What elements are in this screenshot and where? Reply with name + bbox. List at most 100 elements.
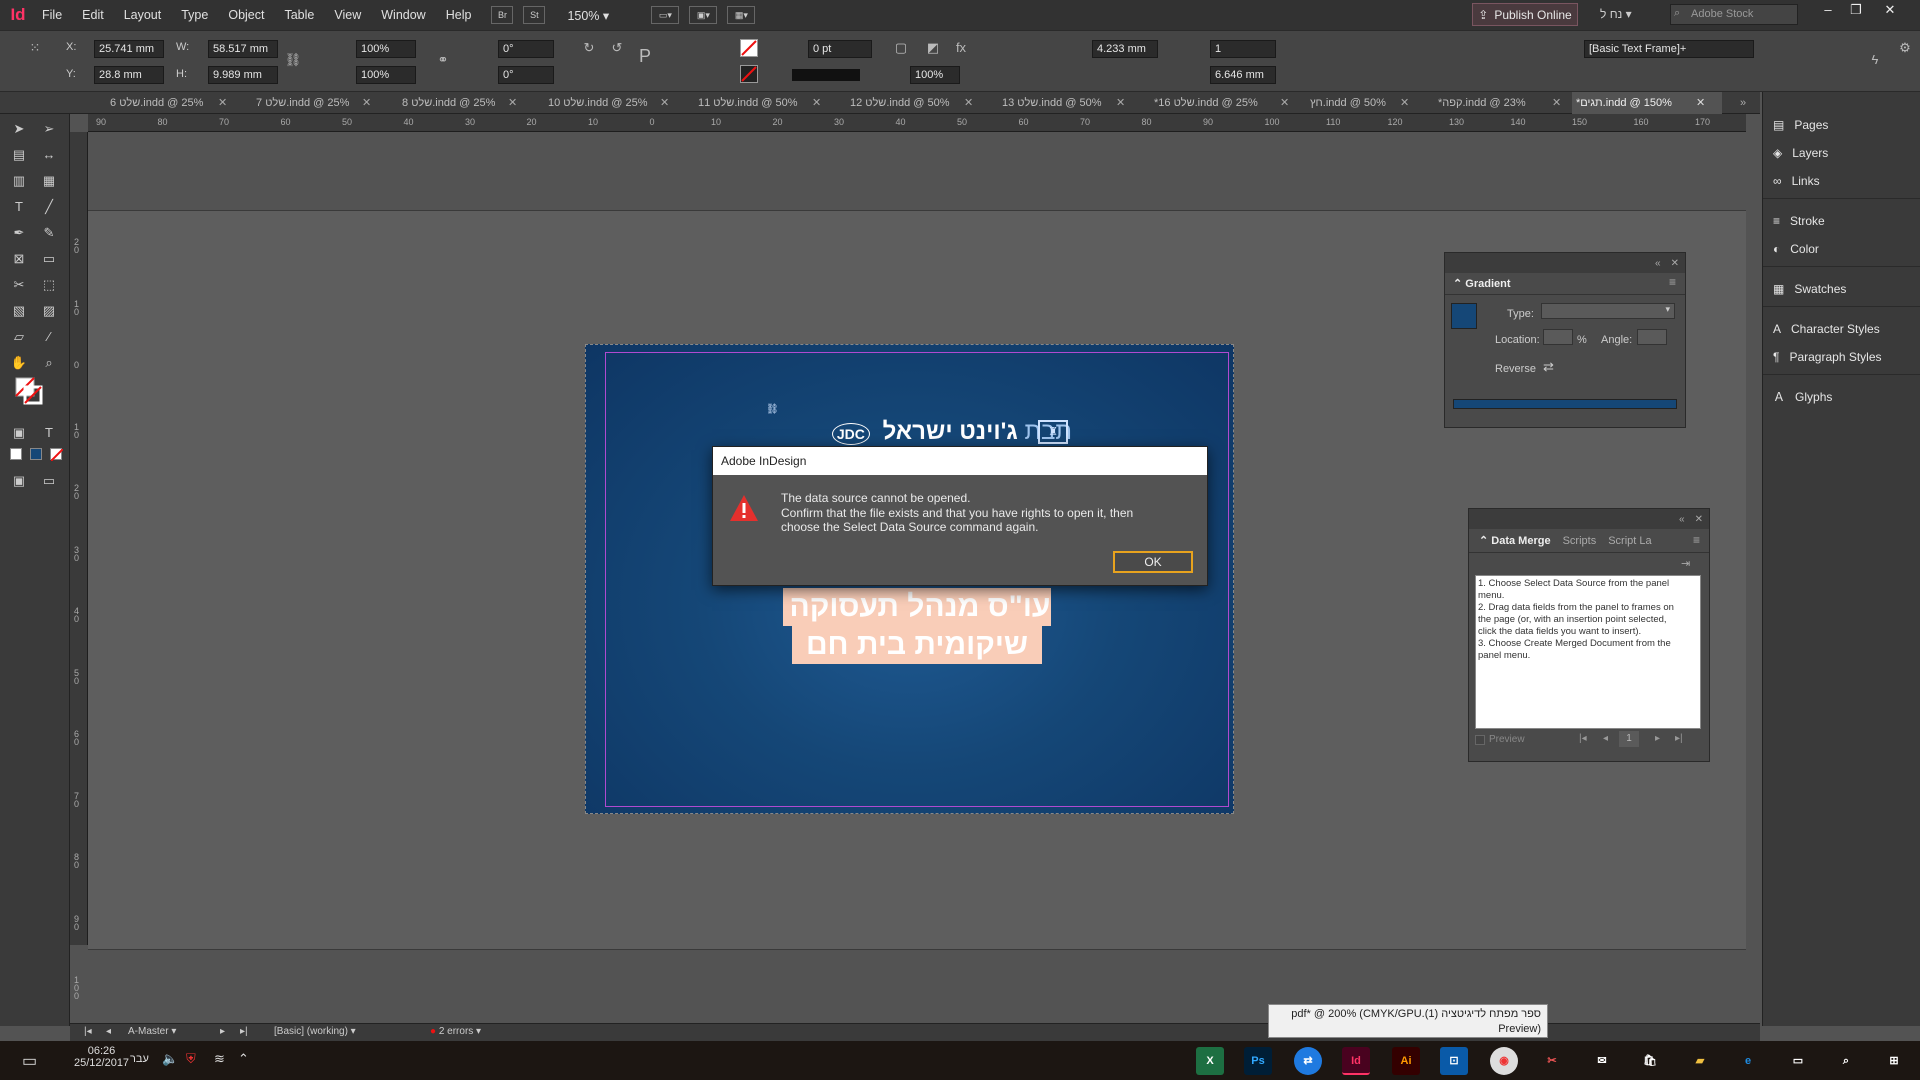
frame-icon[interactable]: ▢	[892, 39, 910, 57]
show-hidden-icons-icon[interactable]: ⌃	[238, 1051, 249, 1067]
tab-document[interactable]: 7 שלט.indd @ 25%	[252, 92, 349, 114]
tab-document[interactable]: 8 שלט.indd @ 25%	[398, 92, 495, 114]
menu-layout[interactable]: Layout	[114, 0, 172, 30]
tab-document[interactable]: *קפה.indd @ 23%	[1434, 92, 1526, 114]
columns-field[interactable]: 1	[1210, 40, 1276, 58]
formatting-container-icon[interactable]: ▣	[8, 422, 30, 444]
rotation-field[interactable]: 0°	[498, 40, 554, 58]
menu-table[interactable]: Table	[274, 0, 324, 30]
security-icon[interactable]: ⛨	[186, 1051, 196, 1067]
tab-data-merge[interactable]: ⌃ Data Merge	[1473, 530, 1557, 552]
workspace-switcher[interactable]: נח ל ▾	[1600, 7, 1632, 21]
apply-color-icon[interactable]	[10, 448, 22, 460]
rectangle-tool-icon[interactable]: ▭	[38, 248, 60, 270]
restore-icon[interactable]: ❐	[1842, 0, 1870, 22]
gradient-swatch-tool-icon[interactable]: ▧	[8, 300, 30, 322]
drop-shadow-icon[interactable]: ◩	[924, 39, 942, 57]
dock-paragraph-styles[interactable]: ¶ Paragraph Styles	[1773, 346, 1882, 368]
tab-scripts[interactable]: Scripts	[1557, 530, 1603, 552]
snipping-icon[interactable]: ✂	[1538, 1047, 1566, 1075]
stock-button[interactable]: St	[523, 6, 546, 24]
title-text-frame[interactable]: עו"ס מנהל תעסוקה שיקומית בית חם	[778, 588, 1056, 668]
dock-layers[interactable]: ◈ Layers	[1773, 142, 1828, 164]
store-bag-icon[interactable]: 🛍	[1636, 1047, 1664, 1075]
page-select[interactable]: A-Master ▾	[128, 1026, 176, 1037]
tab-close-icon[interactable]: ✕	[1280, 92, 1289, 114]
reference-point-icon[interactable]: ⁙	[26, 39, 44, 57]
vertical-ruler[interactable]: 2 0 1 0 0 1 0 2 0 3 0 4 0 5 0 6 0 7 0 8 0 9 0 1 0 0	[70, 132, 88, 1001]
file-explorer-icon[interactable]: ▰	[1686, 1047, 1714, 1075]
lightning-icon[interactable]: ϟ	[1866, 51, 1884, 69]
rectangle-frame-tool-icon[interactable]: ⊠	[8, 248, 30, 270]
stroke-swatch-icon[interactable]	[740, 65, 758, 83]
menu-help[interactable]: Help	[436, 0, 482, 30]
horizontal-ruler[interactable]: 90 80 70 60 50 40 30 20 10 0 10 20 30 40 50 60 70 80 90 100…	[88, 114, 1746, 132]
record-field[interactable]: 1	[1619, 731, 1639, 747]
gradient-tab[interactable]: ⌃ Gradient	[1445, 273, 1685, 295]
tab-close-icon[interactable]: ✕	[964, 92, 973, 114]
object-style-select[interactable]: [Basic Text Frame]+	[1584, 40, 1754, 58]
gradient-feather-tool-icon[interactable]: ▨	[38, 300, 60, 322]
search-icon[interactable]: ⌕	[1832, 1047, 1860, 1075]
tab-document[interactable]: 11 שלט.indd @ 50%	[694, 92, 798, 114]
selection-tool-icon[interactable]: ➤	[8, 118, 30, 140]
line-tool-icon[interactable]: ╱	[38, 196, 60, 218]
ok-button[interactable]: OK	[1113, 551, 1193, 573]
preflight-errors[interactable]: ● 2 errors ▾	[430, 1026, 481, 1037]
screen-mode-icon[interactable]: ▣▾	[689, 6, 718, 24]
teamviewer-icon[interactable]: ⇄	[1294, 1047, 1322, 1075]
illustrator-icon[interactable]: Ai	[1392, 1047, 1420, 1075]
free-transform-tool-icon[interactable]: ⬚	[38, 274, 60, 296]
gutter-field[interactable]: 4.233 mm	[1092, 40, 1158, 58]
publish-online-button[interactable]: ⇪ Publish Online	[1472, 3, 1578, 26]
note-tool-icon[interactable]: ▱	[8, 326, 30, 348]
tab-script-label[interactable]: Script La	[1602, 530, 1657, 552]
menu-type[interactable]: Type	[171, 0, 218, 30]
settings-icon[interactable]: ⚙	[1896, 39, 1914, 57]
type-tool-icon[interactable]: T	[8, 196, 30, 218]
panel-menu-icon[interactable]: ≡	[1693, 533, 1700, 547]
last-record-icon[interactable]: ▸|	[1675, 733, 1683, 744]
width-field[interactable]: 58.517 mm	[208, 40, 278, 58]
indesign-icon[interactable]: Id	[1342, 1047, 1370, 1075]
bridge-button[interactable]: Br	[491, 6, 514, 24]
tab-close-icon[interactable]: ✕	[508, 92, 517, 114]
menu-edit[interactable]: Edit	[72, 0, 114, 30]
dock-pages[interactable]: ▤ Pages	[1773, 114, 1828, 136]
direct-selection-tool-icon[interactable]: ➢	[38, 118, 60, 140]
fx-icon[interactable]: fx	[952, 39, 970, 57]
view-options-icon[interactable]: ▭▾	[651, 6, 680, 24]
formatting-text-icon[interactable]: T	[38, 422, 60, 444]
update-content-icon[interactable]: ⇥	[1681, 557, 1690, 570]
preflight-profile-select[interactable]: [Basic] (working) ▾	[274, 1026, 356, 1037]
close-icon[interactable]: ✕	[1876, 0, 1904, 22]
angle-field[interactable]	[1637, 329, 1667, 345]
dock-links[interactable]: ∞ Links	[1773, 170, 1820, 192]
opacity-field[interactable]: 100%	[910, 66, 960, 84]
excel-icon[interactable]: X	[1196, 1047, 1224, 1075]
content-collector-icon[interactable]: ▥	[8, 170, 30, 192]
stroke-weight-field[interactable]: 0 pt	[808, 40, 872, 58]
next-record-icon[interactable]: ▸	[1655, 733, 1660, 744]
tab-document[interactable]: *16 שלט.indd @ 25%	[1150, 92, 1258, 114]
scissors-tool-icon[interactable]: ✂	[8, 274, 30, 296]
content-placer-icon[interactable]: ▦	[38, 170, 60, 192]
rotate-ccw-icon[interactable]: ↺	[608, 39, 626, 57]
zoom-level-select[interactable]: 150% ▾	[567, 8, 627, 23]
clock[interactable]: 06:26 25/12/2017	[74, 1045, 129, 1069]
link-scale-icon[interactable]: ⚭	[434, 51, 452, 69]
page-tool-icon[interactable]: ▤	[8, 144, 30, 166]
apply-gradient-icon[interactable]	[30, 448, 42, 460]
x-field[interactable]: 25.741 mm	[94, 40, 164, 58]
tab-close-icon[interactable]: ✕	[812, 92, 821, 114]
stroke-type-select[interactable]	[792, 69, 860, 81]
shear-field[interactable]: 0°	[498, 66, 554, 84]
notifications-icon[interactable]: ▭	[22, 1051, 37, 1071]
prev-record-icon[interactable]: ◂	[1603, 733, 1608, 744]
tab-document[interactable]: 10 שלט.indd @ 25%	[544, 92, 648, 114]
volume-icon[interactable]: 🔈	[162, 1051, 178, 1067]
first-record-icon[interactable]: |◂	[1579, 733, 1587, 744]
scale-x-field[interactable]: 100%	[356, 40, 416, 58]
normal-view-icon[interactable]: ▣	[8, 470, 30, 492]
gradient-ramp[interactable]	[1453, 399, 1677, 409]
